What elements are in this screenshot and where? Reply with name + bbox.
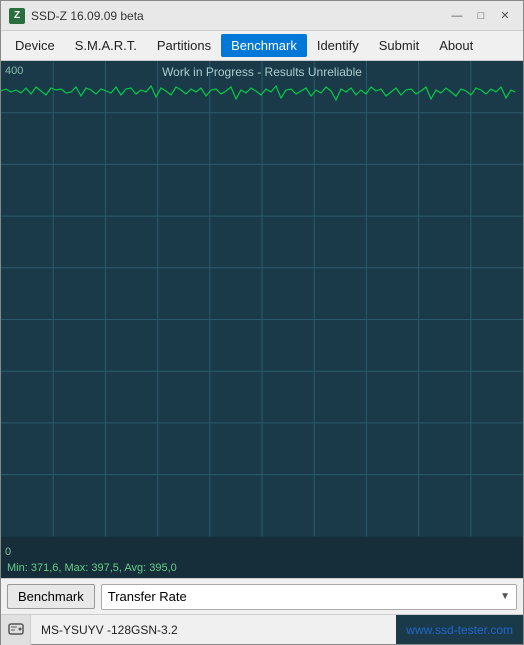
bottom-toolbar: Benchmark Transfer Rate ▼: [1, 578, 523, 614]
chart-stats: Min: 371,6, Max: 397,5, Avg: 395,0: [7, 562, 177, 574]
menu-item-partitions[interactable]: Partitions: [147, 34, 221, 57]
menu-bar: Device S.M.A.R.T. Partitions Benchmark I…: [1, 31, 523, 61]
status-bar: MS-YSUYV -128GSN-3.2 www.ssd-tester.com: [1, 614, 523, 644]
window-controls: — □ ✕: [447, 6, 515, 26]
minimize-button[interactable]: —: [447, 6, 467, 26]
window-title: SSD-Z 16.09.09 beta: [31, 9, 447, 23]
status-icon: [1, 615, 31, 645]
chart-title: Work in Progress - Results Unreliable: [162, 65, 362, 79]
chart-y-min: 0: [5, 546, 11, 558]
menu-item-about[interactable]: About: [429, 34, 483, 57]
benchmark-button[interactable]: Benchmark: [7, 584, 95, 609]
title-bar: Z SSD-Z 16.09.09 beta — □ ✕: [1, 1, 523, 31]
chart-svg: [1, 61, 523, 578]
close-button[interactable]: ✕: [495, 6, 515, 26]
maximize-button[interactable]: □: [471, 6, 491, 26]
device-label: MS-YSUYV -128GSN-3.2: [31, 623, 396, 637]
chevron-down-icon: ▼: [500, 591, 510, 602]
main-window: Z SSD-Z 16.09.09 beta — □ ✕ Device S.M.A…: [0, 0, 524, 645]
menu-item-benchmark[interactable]: Benchmark: [221, 34, 307, 57]
transfer-rate-dropdown[interactable]: Transfer Rate ▼: [101, 584, 517, 610]
chart-y-max: 400: [5, 65, 23, 77]
drive-icon: [7, 621, 25, 639]
menu-item-submit[interactable]: Submit: [369, 34, 429, 57]
menu-item-smart[interactable]: S.M.A.R.T.: [65, 34, 147, 57]
menu-item-device[interactable]: Device: [5, 34, 65, 57]
website-link[interactable]: www.ssd-tester.com: [396, 615, 523, 644]
dropdown-value: Transfer Rate: [108, 589, 187, 604]
menu-item-identify[interactable]: Identify: [307, 34, 369, 57]
app-icon: Z: [9, 8, 25, 24]
chart-area: Work in Progress - Results Unreliable 40…: [1, 61, 523, 578]
